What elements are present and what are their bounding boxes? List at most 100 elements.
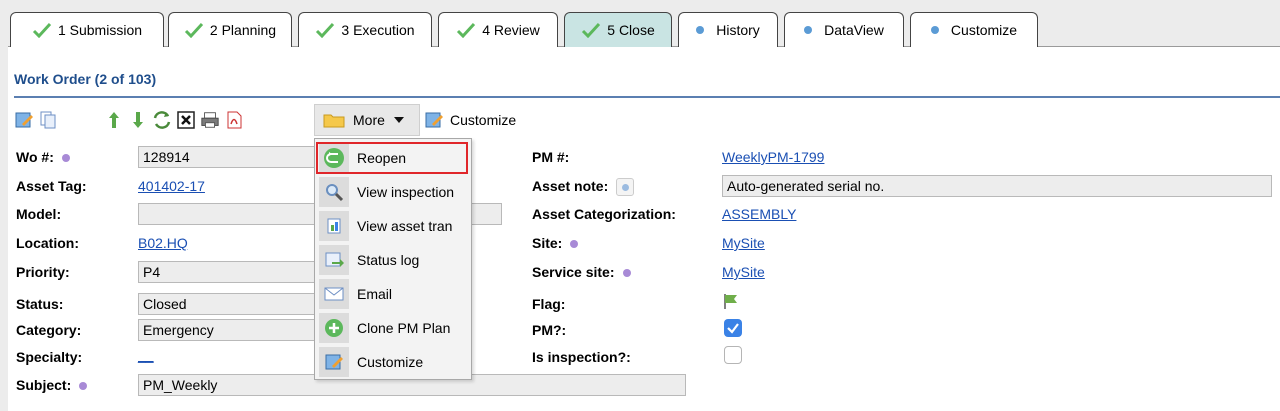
asset-categorization-link[interactable]: ASSEMBLY bbox=[722, 206, 796, 222]
menu-item-view-asset-tran[interactable]: View asset tran bbox=[315, 209, 471, 243]
more-button-label: More bbox=[353, 112, 385, 128]
tab-planning[interactable]: 2 Planning bbox=[168, 12, 292, 47]
menu-item-customize[interactable]: Customize bbox=[315, 345, 471, 379]
pm-link[interactable]: WeeklyPM-1799 bbox=[722, 149, 824, 165]
pm-question-label: PM?: bbox=[532, 322, 567, 338]
delete-icon[interactable] bbox=[176, 110, 196, 130]
inspection-checkbox[interactable] bbox=[724, 346, 742, 364]
is-inspection-label: Is inspection?: bbox=[532, 349, 631, 365]
dot-icon bbox=[696, 26, 705, 34]
tab-review[interactable]: 4 Review bbox=[438, 12, 558, 47]
menu-item-reopen[interactable]: Reopen bbox=[315, 141, 471, 175]
pdf-icon[interactable] bbox=[224, 110, 244, 130]
edit-icon bbox=[425, 112, 443, 128]
site-link[interactable]: MySite bbox=[722, 235, 765, 251]
title-divider bbox=[14, 96, 1280, 98]
required-dot-icon bbox=[61, 154, 70, 163]
flag-icon bbox=[722, 292, 740, 310]
customize-button[interactable]: Customize bbox=[420, 104, 520, 136]
subject-label: Subject: bbox=[16, 377, 88, 393]
tab-label: 1 Submission bbox=[57, 22, 143, 38]
menu-item-label: Clone PM Plan bbox=[357, 320, 451, 336]
service-site-link[interactable]: MySite bbox=[722, 264, 765, 280]
menu-item-label: View asset tran bbox=[357, 218, 453, 234]
page-title: Work Order (2 of 103) bbox=[14, 71, 157, 87]
dot-icon bbox=[804, 26, 813, 34]
location-label: Location: bbox=[16, 235, 79, 251]
magnifier-icon bbox=[319, 177, 349, 207]
pm-label: PM #: bbox=[532, 149, 570, 165]
required-dot-icon bbox=[79, 382, 88, 391]
tab-bar: 1 Submission 2 Planning 3 Execution 4 Re… bbox=[8, 0, 1280, 47]
tab-label: 5 Close bbox=[607, 22, 655, 38]
tab-close[interactable]: 5 Close bbox=[564, 12, 672, 47]
priority-field[interactable]: P4 bbox=[138, 261, 318, 283]
email-icon bbox=[319, 279, 349, 309]
check-icon bbox=[582, 22, 601, 38]
arrow-up-icon[interactable] bbox=[104, 110, 124, 130]
add-circle-icon bbox=[319, 313, 349, 343]
location-link[interactable]: B02.HQ bbox=[138, 235, 188, 251]
arrow-down-icon[interactable] bbox=[128, 110, 148, 130]
tab-label: Customize bbox=[950, 22, 1018, 38]
asset-icon bbox=[319, 211, 349, 241]
model-label: Model: bbox=[16, 206, 62, 222]
tab-dataview[interactable]: DataView bbox=[784, 12, 904, 47]
tab-history[interactable]: History bbox=[678, 12, 778, 47]
menu-item-label: Email bbox=[357, 286, 393, 302]
asset-categorization-label: Asset Categorization: bbox=[532, 206, 676, 222]
more-dropdown-menu: Reopen View inspection View asset tran S… bbox=[314, 138, 472, 380]
caret-down-icon bbox=[393, 117, 404, 123]
category-field[interactable]: Emergency bbox=[138, 319, 318, 341]
print-icon[interactable] bbox=[200, 110, 220, 130]
check-icon bbox=[184, 22, 204, 38]
customize-button-label: Customize bbox=[450, 112, 517, 128]
asset-tag-link[interactable]: 401402-17 bbox=[138, 178, 205, 194]
required-dot-icon bbox=[570, 240, 579, 249]
check-icon bbox=[457, 22, 476, 38]
checkmark-icon bbox=[727, 323, 739, 334]
status-field[interactable]: Closed bbox=[138, 293, 318, 315]
specialty-label: Specialty: bbox=[16, 349, 83, 365]
asset-note-label: Asset note: bbox=[532, 178, 635, 197]
menu-item-email[interactable]: Email bbox=[315, 277, 471, 311]
priority-label: Priority: bbox=[16, 264, 70, 280]
highlight-box bbox=[316, 142, 468, 174]
menu-item-label: Status log bbox=[357, 252, 420, 268]
check-icon bbox=[316, 22, 335, 38]
pm-checkbox[interactable] bbox=[724, 319, 742, 337]
asset-tag-label: Asset Tag: bbox=[16, 178, 87, 194]
edit-icon bbox=[319, 347, 349, 377]
menu-item-clone-pm-plan[interactable]: Clone PM Plan bbox=[315, 311, 471, 345]
copy-icon[interactable] bbox=[38, 110, 58, 130]
tab-customize[interactable]: Customize bbox=[910, 12, 1038, 47]
wo-field[interactable]: 128914 bbox=[138, 146, 318, 168]
flag-label: Flag: bbox=[532, 296, 566, 312]
tab-label: 4 Review bbox=[482, 22, 540, 38]
status-log-icon bbox=[319, 245, 349, 275]
required-dot-icon bbox=[622, 269, 631, 278]
dot-icon bbox=[930, 26, 939, 34]
asset-note-field[interactable]: Auto-generated serial no. bbox=[722, 175, 1272, 197]
specialty-link[interactable]: __ bbox=[138, 347, 154, 363]
category-label: Category: bbox=[16, 322, 82, 338]
refresh-icon[interactable] bbox=[152, 110, 172, 130]
tab-label: History bbox=[716, 22, 760, 38]
app-frame: 1 Submission 2 Planning 3 Execution 4 Re… bbox=[8, 0, 1280, 411]
site-label: Site: bbox=[532, 235, 579, 251]
check-icon bbox=[32, 22, 52, 38]
wo-label: Wo #: bbox=[16, 149, 70, 165]
service-site-label: Service site: bbox=[532, 264, 631, 280]
folder-icon bbox=[323, 114, 345, 128]
tab-label: DataView bbox=[824, 22, 884, 38]
status-label: Status: bbox=[16, 296, 64, 312]
edit-icon[interactable] bbox=[14, 110, 34, 130]
info-icon[interactable] bbox=[616, 178, 635, 197]
more-button[interactable]: More bbox=[314, 104, 420, 136]
menu-item-status-log[interactable]: Status log bbox=[315, 243, 471, 277]
menu-item-label: View inspection bbox=[357, 184, 455, 200]
tab-submission[interactable]: 1 Submission bbox=[10, 12, 164, 47]
tab-execution[interactable]: 3 Execution bbox=[298, 12, 432, 47]
tab-label: 2 Planning bbox=[209, 22, 277, 38]
menu-item-view-inspection[interactable]: View inspection bbox=[315, 175, 471, 209]
